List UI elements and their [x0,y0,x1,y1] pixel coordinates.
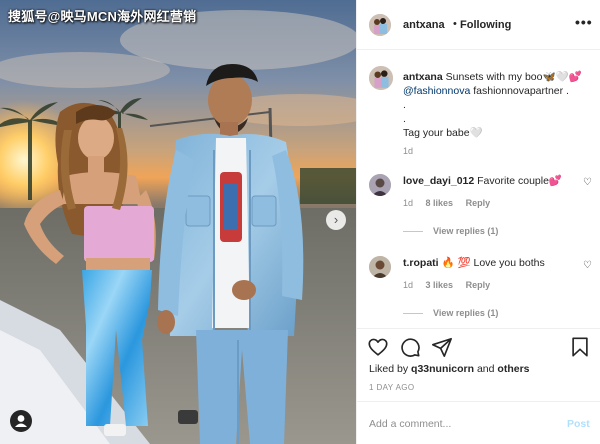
liked-by-others-link[interactable]: others [497,363,529,375]
comment-text-row: t.ropati 🔥 💯 Love you boths [403,256,579,270]
view-replies-button[interactable]: View replies (1) [403,226,498,236]
comment-avatar[interactable] [369,174,391,196]
user-tag-icon [15,415,27,427]
comment-body: Favorite couple💕 [477,175,563,187]
comment-reply-button[interactable]: Reply [466,198,491,208]
post-actions: Liked by q33nunicorn and others 1 DAY AG… [357,328,600,444]
comment-icon [401,338,420,357]
source-watermark: 搜狐号@映马MCN海外网红营销 [8,9,197,24]
liked-by-user-link[interactable]: q33nunicorn [411,363,474,375]
comment-meta: 1d 3 likes Reply [403,280,500,290]
comment-like-button[interactable]: ♡ [583,260,592,271]
comment-likes[interactable]: 3 likes [426,280,454,290]
view-replies-label: View replies (1) [433,308,499,318]
comment-meta: 1d 8 likes Reply [403,198,500,208]
chevron-right-icon: › [333,212,339,227]
add-comment-input[interactable] [369,414,549,434]
user-tags-button[interactable] [10,410,32,432]
share-icon [432,337,452,357]
caption-timestamp[interactable]: 1d [403,146,413,156]
caption-line-3: . [403,113,406,125]
heart-outline-icon: ♡ [583,177,592,188]
post-timestamp[interactable]: 1 DAY AGO [369,383,415,392]
caption-text-after: fashionnovapartner . [473,85,569,97]
caption-mention-link[interactable]: @fashionnova [403,85,470,97]
comment-text-row: love_dayi_012 Favorite couple💕 [403,174,579,188]
replies-divider [403,231,423,233]
heart-outline-icon: ♡ [583,260,592,271]
comment-button[interactable] [399,336,421,358]
post-photo: 搜狐号@映马MCN海外网红营销 › [0,0,356,444]
bookmark-icon [572,337,588,357]
author-avatar[interactable] [369,14,391,36]
comment-like-button[interactable]: ♡ [583,177,592,188]
liked-by-join: and [476,363,495,375]
caption-line-2: . [403,99,406,111]
comment-avatar[interactable] [369,256,391,278]
more-options-button[interactable]: ••• [575,14,593,30]
next-image-button[interactable]: › [326,210,346,230]
replies-divider [403,313,423,315]
comment-time[interactable]: 1d [403,280,413,290]
caption-username[interactable]: antxana [403,71,443,83]
save-button[interactable] [569,336,591,358]
comment-username[interactable]: love_dayi_012 [403,175,474,187]
photo-illustration [0,10,356,444]
following-button[interactable]: Following [460,19,511,31]
author-username[interactable]: antxana [403,19,445,31]
comment-username[interactable]: t.ropati [403,257,439,269]
post-caption: antxana Sunsets with my boo🦋🤍💕 @fashionn… [403,70,593,140]
like-button[interactable] [367,336,389,358]
caption-line-4: Tag your babe🤍 [403,127,483,139]
caption-author-avatar[interactable] [369,66,393,90]
caption-text: Sunsets with my boo🦋🤍💕 [445,71,582,83]
comment-reply-button[interactable]: Reply [466,280,491,290]
view-replies-button[interactable]: View replies (1) [403,308,498,318]
comment-likes[interactable]: 8 likes [426,198,454,208]
post-side-panel: antxana • Following ••• antxana Sunsets … [356,0,600,444]
post-header: antxana • Following ••• [357,0,600,50]
heart-icon [368,338,388,356]
post-comment-button[interactable]: Post [567,418,590,430]
header-separator: • [453,18,457,30]
add-comment-bar: Post [357,401,600,444]
comment-body: 🔥 💯 Love you boths [441,257,545,269]
view-replies-label: View replies (1) [433,226,499,236]
comments-list[interactable]: antxana Sunsets with my boo🦋🤍💕 @fashionn… [357,50,600,328]
share-button[interactable] [431,336,453,358]
comment-time[interactable]: 1d [403,198,413,208]
liked-by-prefix: Liked by [369,363,409,375]
liked-by-summary: Liked by q33nunicorn and others [369,363,530,375]
